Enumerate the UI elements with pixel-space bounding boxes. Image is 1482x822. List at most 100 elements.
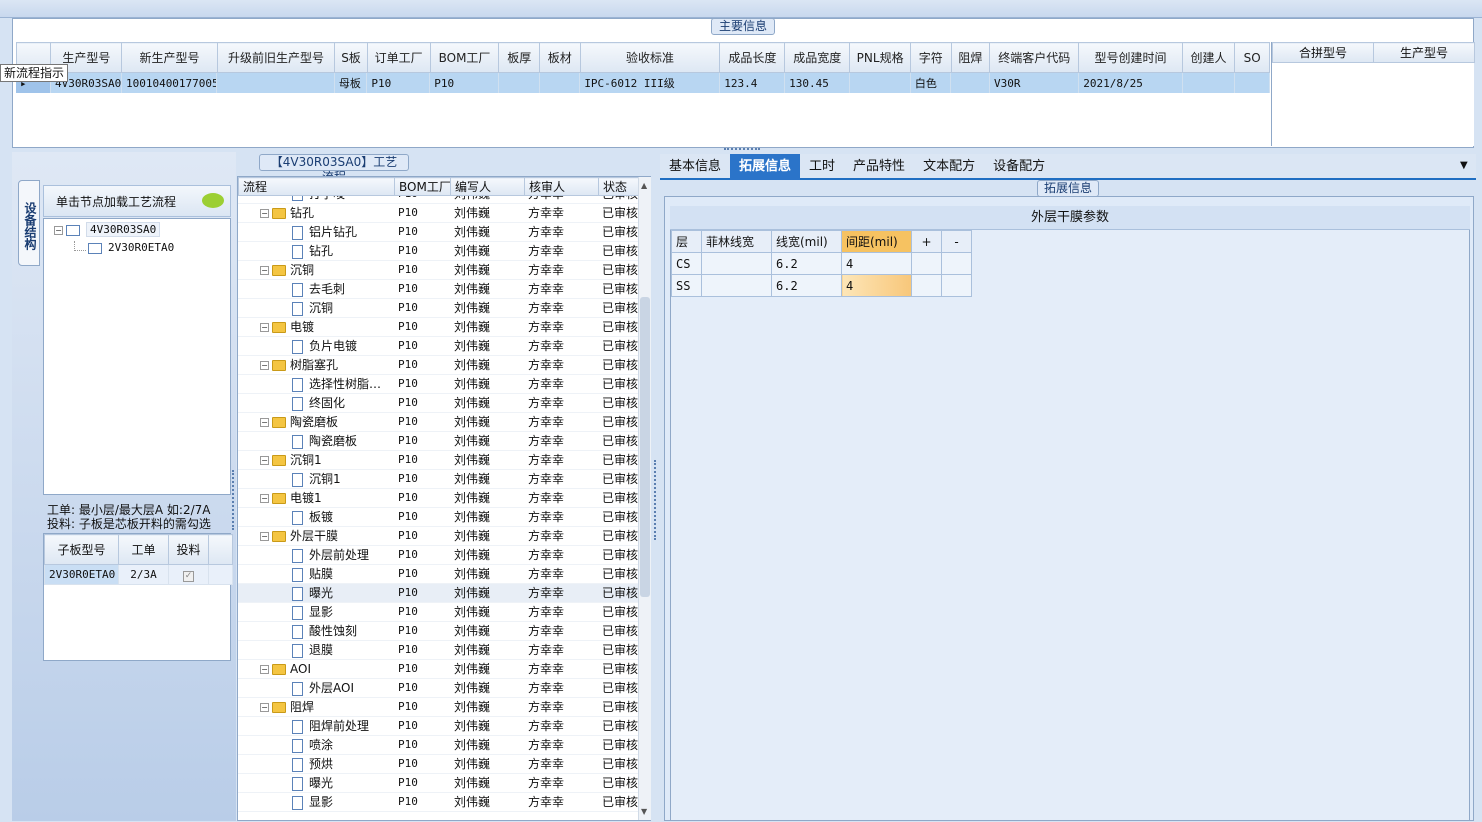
process-row[interactable]: − 阻焊 P10 刘伟巍 方幸幸 已审核 [238, 697, 638, 717]
grid-cell[interactable]: IPC-6012 III级 [579, 73, 721, 93]
tab-4[interactable]: 文本配方 [914, 154, 984, 180]
column-header[interactable]: 合拼型号 [1272, 42, 1374, 63]
column-header[interactable]: 板材 [539, 42, 581, 73]
process-node[interactable]: 终固化 [238, 393, 394, 413]
process-node[interactable]: − 沉铜1 [238, 450, 394, 470]
collapse-icon[interactable]: − [260, 361, 269, 370]
process-row[interactable]: − 树脂塞孔 P10 刘伟巍 方幸幸 已审核 [238, 355, 638, 375]
column-header[interactable]: 工单 [118, 534, 169, 565]
collapse-icon[interactable]: − [260, 209, 269, 218]
side-tab-device-structure[interactable]: 设备结构 [18, 180, 40, 266]
main-grid-row[interactable]: ▸ 4V30R03SA0 10010400177005 母板 P10 P10 IPC-601… [16, 73, 1270, 93]
process-node[interactable]: 板镀 [238, 507, 394, 527]
param-cell[interactable]: 6.2 [771, 252, 842, 275]
column-header[interactable]: 流程 [238, 177, 395, 196]
process-node[interactable]: 曝光 [238, 773, 394, 793]
grid-cell[interactable]: P10 [429, 73, 500, 93]
column-header[interactable]: 生产型号 [1373, 42, 1475, 63]
column-header[interactable]: 成品宽度 [784, 42, 851, 73]
process-node[interactable]: − 外层干膜 [238, 526, 394, 546]
process-node[interactable]: 铝片钻孔 [238, 222, 394, 242]
grid-cell[interactable] [1182, 73, 1236, 93]
process-row[interactable]: − 电镀1 P10 刘伟巍 方幸幸 已审核 [238, 488, 638, 508]
param-cell[interactable] [911, 274, 942, 297]
column-header[interactable]: 字符 [910, 42, 952, 73]
process-body[interactable]: 打字唛P10刘伟巍方幸幸已审核−钻孔P10刘伟巍方幸幸已审核铝片钻孔P10刘伟巍… [238, 196, 638, 822]
grid-cell[interactable]: 母板 [334, 73, 368, 93]
process-node[interactable]: 贴膜 [238, 564, 394, 584]
process-row[interactable]: 退膜 P10 刘伟巍 方幸幸 已审核 [238, 640, 638, 660]
param-column-header[interactable]: - [941, 230, 972, 253]
process-node[interactable]: 酸性蚀刻 [238, 621, 394, 641]
process-row[interactable]: 曝光 P10 刘伟巍 方幸幸 已审核 [238, 773, 638, 793]
column-header[interactable]: 型号创建时间 [1078, 42, 1183, 73]
param-column-header[interactable]: 间距(mil) [841, 230, 912, 253]
process-row[interactable]: − 沉铜 P10 刘伟巍 方幸幸 已审核 [238, 260, 638, 280]
grid-cell[interactable] [950, 73, 990, 93]
process-row[interactable]: − 陶瓷磨板 P10 刘伟巍 方幸幸 已审核 [238, 412, 638, 432]
grid-cell[interactable]: P10 [366, 73, 431, 93]
param-column-header[interactable]: 菲林线宽 [701, 230, 772, 253]
column-header[interactable]: 核审人 [524, 177, 599, 196]
process-row[interactable]: 喷涂 P10 刘伟巍 方幸幸 已审核 [238, 735, 638, 755]
grid-cell[interactable] [539, 73, 581, 93]
param-cell[interactable] [941, 274, 972, 297]
process-row[interactable]: − 外层干膜 P10 刘伟巍 方幸幸 已审核 [238, 526, 638, 546]
grid-cell[interactable]: 130.45 [784, 73, 851, 93]
param-cell[interactable] [941, 252, 972, 275]
grid-cell[interactable] [849, 73, 911, 93]
chevron-down-icon[interactable]: ▼ [1460, 160, 1468, 171]
process-row[interactable]: 显影 P10 刘伟巍 方幸幸 已审核 [238, 792, 638, 812]
process-row[interactable]: 阻焊前处理 P10 刘伟巍 方幸幸 已审核 [238, 716, 638, 736]
process-node[interactable]: 沉铜1 [238, 469, 394, 489]
collapse-icon[interactable]: − [54, 225, 63, 235]
merge-grid[interactable]: 合拼型号 生产型号 [1271, 42, 1475, 146]
process-node[interactable]: 负片电镀 [238, 336, 394, 356]
main-grid[interactable]: 生产型号 新生产型号 升级前旧生产型号 S板 订单工厂 BOM工厂 板厚 板材 验收标准 成品长度… [16, 42, 1270, 144]
tab-3[interactable]: 产品特性 [844, 154, 914, 180]
param-row[interactable]: CS 6.2 4 [671, 252, 972, 275]
sub-board-row[interactable]: 2V30R0ETA0 2/3A ✓ [44, 564, 233, 585]
process-node[interactable]: 显影 [238, 602, 394, 622]
collapse-icon[interactable]: − [260, 266, 269, 275]
process-node[interactable]: 外层前处理 [238, 545, 394, 565]
grid-cell[interactable] [216, 73, 335, 93]
collapse-icon[interactable]: − [260, 494, 269, 503]
process-row[interactable]: 显影 P10 刘伟巍 方幸幸 已审核 [238, 602, 638, 622]
param-cell[interactable] [911, 252, 942, 275]
process-node[interactable]: 阻焊前处理 [238, 716, 394, 736]
process-node[interactable]: − 钻孔 [238, 203, 394, 223]
process-row[interactable]: 去毛刺 P10 刘伟巍 方幸幸 已审核 [238, 279, 638, 299]
column-header[interactable]: 验收标准 [579, 42, 721, 73]
grid-cell[interactable] [498, 73, 540, 93]
feeding-checkbox[interactable]: ✓ [168, 564, 209, 585]
sub-board-workorder[interactable]: 2/3A [118, 564, 169, 585]
vertical-splitter-grip-left[interactable] [232, 470, 236, 530]
process-node[interactable]: − 树脂塞孔 [238, 355, 394, 375]
grid-cell[interactable]: 2021/8/25 [1078, 73, 1183, 93]
param-column-header[interactable]: + [911, 230, 942, 253]
process-row[interactable]: 酸性蚀刻 P10 刘伟巍 方幸幸 已审核 [238, 621, 638, 641]
param-cell[interactable] [701, 252, 772, 275]
column-header[interactable]: 投料 [168, 534, 209, 565]
param-cell[interactable]: CS [671, 252, 702, 275]
horizontal-splitter-grip[interactable] [724, 148, 760, 152]
process-row[interactable]: 负片电镀 P10 刘伟巍 方幸幸 已审核 [238, 336, 638, 356]
param-cell[interactable]: 4 [841, 252, 912, 275]
tab-5[interactable]: 设备配方 [984, 154, 1054, 180]
process-node[interactable]: 去毛刺 [238, 279, 394, 299]
column-header[interactable]: 状态 [598, 177, 639, 196]
process-row[interactable]: 贴膜 P10 刘伟巍 方幸幸 已审核 [238, 564, 638, 584]
tree-node-child[interactable]: 2V30R0ETA0 [88, 241, 174, 254]
column-header[interactable]: 子板型号 [44, 534, 119, 565]
process-node[interactable]: 沉铜 [238, 298, 394, 318]
process-row[interactable]: 板镀 P10 刘伟巍 方幸幸 已审核 [238, 507, 638, 527]
param-column-header[interactable]: 层 [671, 230, 702, 253]
process-row[interactable]: 外层AOI P10 刘伟巍 方幸幸 已审核 [238, 678, 638, 698]
collapse-icon[interactable]: − [260, 532, 269, 541]
process-row[interactable]: − 电镀 P10 刘伟巍 方幸幸 已审核 [238, 317, 638, 337]
collapse-icon[interactable]: − [260, 703, 269, 712]
process-scrollbar[interactable]: ▲ ▼ [638, 177, 651, 820]
process-node[interactable]: 陶瓷磨板 [238, 431, 394, 451]
process-node[interactable]: 显影 [238, 792, 394, 812]
